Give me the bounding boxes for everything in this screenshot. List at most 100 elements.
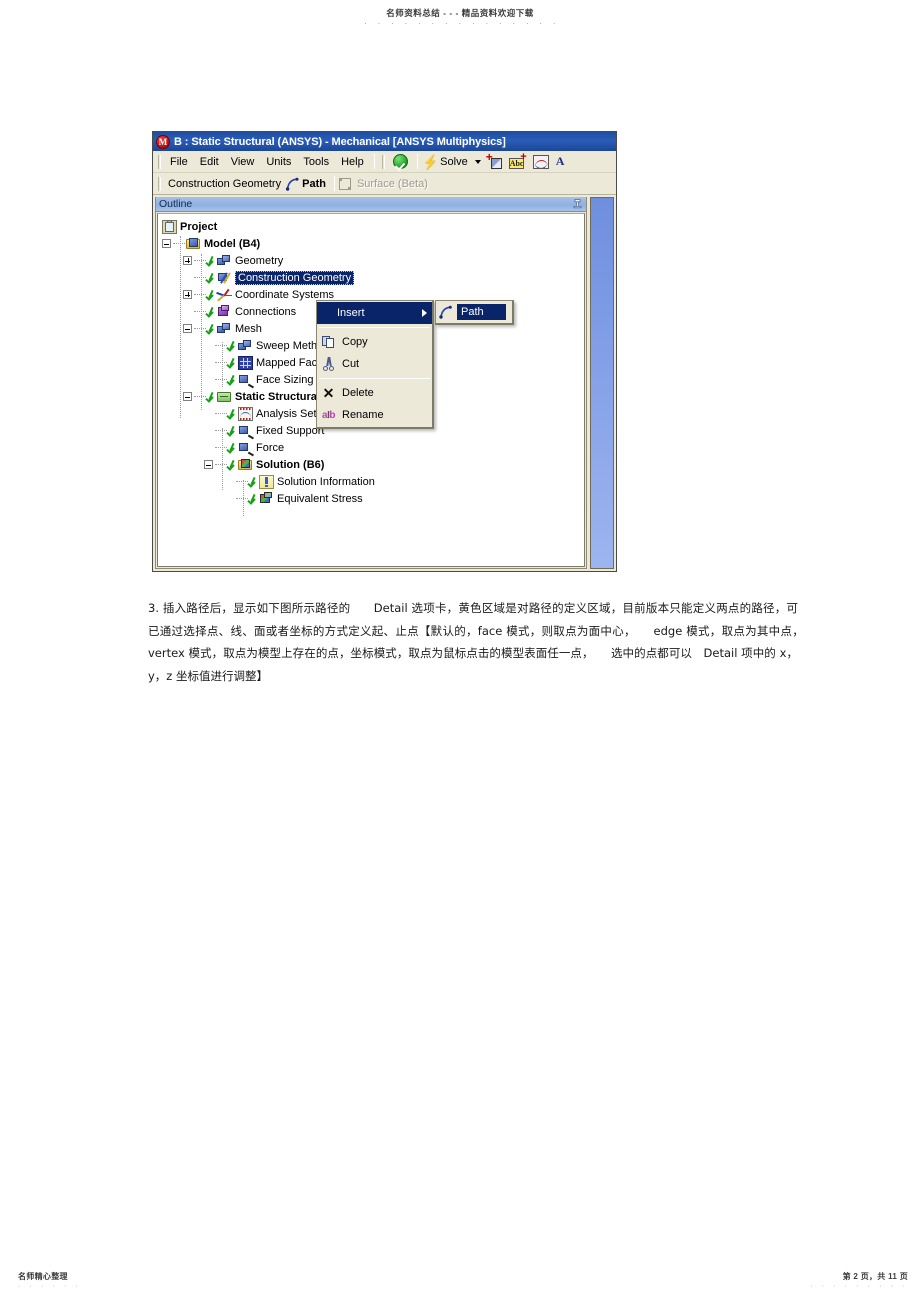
rename-icon: aIb xyxy=(322,409,335,421)
tree-connector xyxy=(215,345,227,346)
tree-connector xyxy=(215,430,227,431)
context-menu-divider-2 xyxy=(319,378,430,379)
status-check-icon xyxy=(207,306,216,317)
status-check-icon xyxy=(228,408,237,419)
menu-item-tools[interactable]: Tools xyxy=(297,154,335,170)
footer-right: 第 2 页，共 11 页 · · · · · · · · · xyxy=(810,1272,908,1291)
collapse-expander-icon[interactable] xyxy=(162,239,171,248)
tree-item-label: Solution Information xyxy=(277,475,375,488)
status-check-icon xyxy=(207,323,216,334)
toolbar2-grip-handle[interactable] xyxy=(158,176,161,191)
context-menu-item-label: Insert xyxy=(337,307,365,319)
window-title: B : Static Structural (ANSYS) - Mechanic… xyxy=(174,135,506,148)
tree-connector xyxy=(194,277,206,278)
toolbar-separator xyxy=(373,154,375,169)
menu-item-file[interactable]: File xyxy=(164,154,194,170)
tree-item-label: Geometry xyxy=(235,254,284,267)
context-menu-item-cut[interactable]: Cut xyxy=(317,353,432,375)
menu-item-units[interactable]: Units xyxy=(260,154,297,170)
menu-item-view[interactable]: View xyxy=(225,154,261,170)
mesh-icon xyxy=(217,322,232,336)
tree-item-label: Mesh xyxy=(235,322,262,335)
tree-item-solution[interactable]: Solution (B6) xyxy=(158,456,584,473)
tree-item-solution-information[interactable]: Solution Information xyxy=(158,473,584,490)
status-check-icon xyxy=(249,493,258,504)
expand-expander-icon[interactable] xyxy=(183,256,192,265)
menu-item-edit[interactable]: Edit xyxy=(194,154,225,170)
sweep-method-icon xyxy=(238,339,253,353)
force-icon xyxy=(238,441,254,456)
context-menu: Insert Copy Cut ✕ Delete aIb Rename xyxy=(316,300,434,429)
document-watermark-header: 名师资料总结 - - - 精品资料欢迎下载 · · · · · · · · · … xyxy=(0,8,920,29)
tree-connector xyxy=(215,379,227,380)
tree-item-model[interactable]: Model (B4) xyxy=(158,235,584,252)
document-paragraph: 3. 插入路径后，显示如下图所示路径的 Detail 选项卡，黄色区域是对路径的… xyxy=(148,597,810,687)
tree-connector xyxy=(236,498,248,499)
collapse-expander-icon[interactable] xyxy=(183,392,192,401)
page-number-text: 第 2 页，共 11 页 xyxy=(842,1272,908,1281)
tree-item-label: Coordinate Systems xyxy=(235,288,335,301)
watermark-dots: · · · · · · · · · · · · · · · xyxy=(364,19,560,28)
lightning-bolt-icon[interactable]: ⚡ xyxy=(422,155,439,169)
status-check-icon xyxy=(228,374,237,385)
expand-expander-icon[interactable] xyxy=(183,290,192,299)
tree-item-geometry[interactable]: Geometry xyxy=(158,252,584,269)
menu-item-help[interactable]: Help xyxy=(335,154,370,170)
static-structural-icon xyxy=(217,390,232,404)
pin-icon[interactable] xyxy=(573,198,582,210)
tree-item-construction-geometry[interactable]: Construction Geometry xyxy=(158,269,584,286)
collapse-expander-icon[interactable] xyxy=(204,460,213,469)
path-curve-icon[interactable] xyxy=(285,177,300,191)
chevron-right-icon xyxy=(422,309,427,317)
status-check-icon xyxy=(228,459,237,470)
tree-item-label: Model (B4) xyxy=(204,237,261,250)
status-check-icon xyxy=(207,289,216,300)
tree-item-force[interactable]: Force xyxy=(158,439,584,456)
solution-information-icon xyxy=(259,474,274,489)
tree-item-label: Force xyxy=(256,441,285,454)
context-menu-item-delete[interactable]: ✕ Delete xyxy=(317,382,432,404)
status-check-icon xyxy=(207,255,216,266)
tree-item-project[interactable]: Project xyxy=(158,218,584,235)
outline-panel-header: Outline xyxy=(156,197,586,212)
window-body: Outline Project Model (B4) Geometry Cons… xyxy=(153,195,616,571)
tree-connector xyxy=(215,413,227,414)
path-button-label[interactable]: Path xyxy=(301,178,330,190)
collapse-expander-icon[interactable] xyxy=(183,324,192,333)
tree-item-equivalent-stress[interactable]: Equivalent Stress xyxy=(158,490,584,507)
footer-left: 名师精心整理 · · · · · · xyxy=(18,1272,81,1291)
equivalent-stress-icon xyxy=(259,491,274,506)
green-check-icon[interactable] xyxy=(392,154,408,169)
paragraph-text: 3. 插入路径后，显示如下图所示路径的 Detail 选项卡，黄色区域是对路径的… xyxy=(148,601,810,683)
tree-item-label: Connections xyxy=(235,305,297,318)
chevron-down-icon[interactable] xyxy=(474,159,481,164)
tree-item-label: Fixed Support xyxy=(256,424,325,437)
cut-icon xyxy=(320,356,337,372)
solve-button-label[interactable]: Solve xyxy=(439,156,470,168)
outline-header-label: Outline xyxy=(159,198,193,210)
window-titlebar: M B : Static Structural (ANSYS) - Mechan… xyxy=(153,132,616,151)
context-menu-item-copy[interactable]: Copy xyxy=(317,331,432,353)
footer-right-dots: · · · · · · · · · xyxy=(810,1283,908,1290)
new-text-icon[interactable]: A xyxy=(556,154,565,169)
watermark-text: 名师资料总结 - - - 精品资料欢迎下载 xyxy=(386,8,534,18)
new-annotation-icon[interactable]: Abc + xyxy=(508,151,527,169)
menu-grip-handle[interactable] xyxy=(158,154,161,169)
context-menu-item-insert[interactable]: Insert xyxy=(317,302,432,324)
tree-connector xyxy=(215,447,227,448)
context-menu-item-rename[interactable]: aIb Rename xyxy=(317,404,432,426)
submenu-item-path[interactable]: Path xyxy=(438,302,510,322)
context-menu-item-label: Cut xyxy=(342,358,360,370)
footer-left-text: 名师精心整理 xyxy=(18,1272,68,1281)
new-chart-icon[interactable]: + xyxy=(486,151,502,169)
outline-tree[interactable]: Project Model (B4) Geometry Construction… xyxy=(157,213,585,567)
context-menu-item-label: Delete xyxy=(342,387,374,399)
new-graph-icon[interactable] xyxy=(532,154,549,169)
tree-connector xyxy=(194,396,206,397)
geometry-icon xyxy=(217,254,232,268)
toolbar2-separator xyxy=(333,176,335,191)
face-sizing-icon xyxy=(238,373,254,388)
toolbar-grip-handle[interactable] xyxy=(381,154,385,169)
graphics-viewport[interactable] xyxy=(590,197,614,569)
tree-item-label: Face Sizing xyxy=(256,373,314,386)
